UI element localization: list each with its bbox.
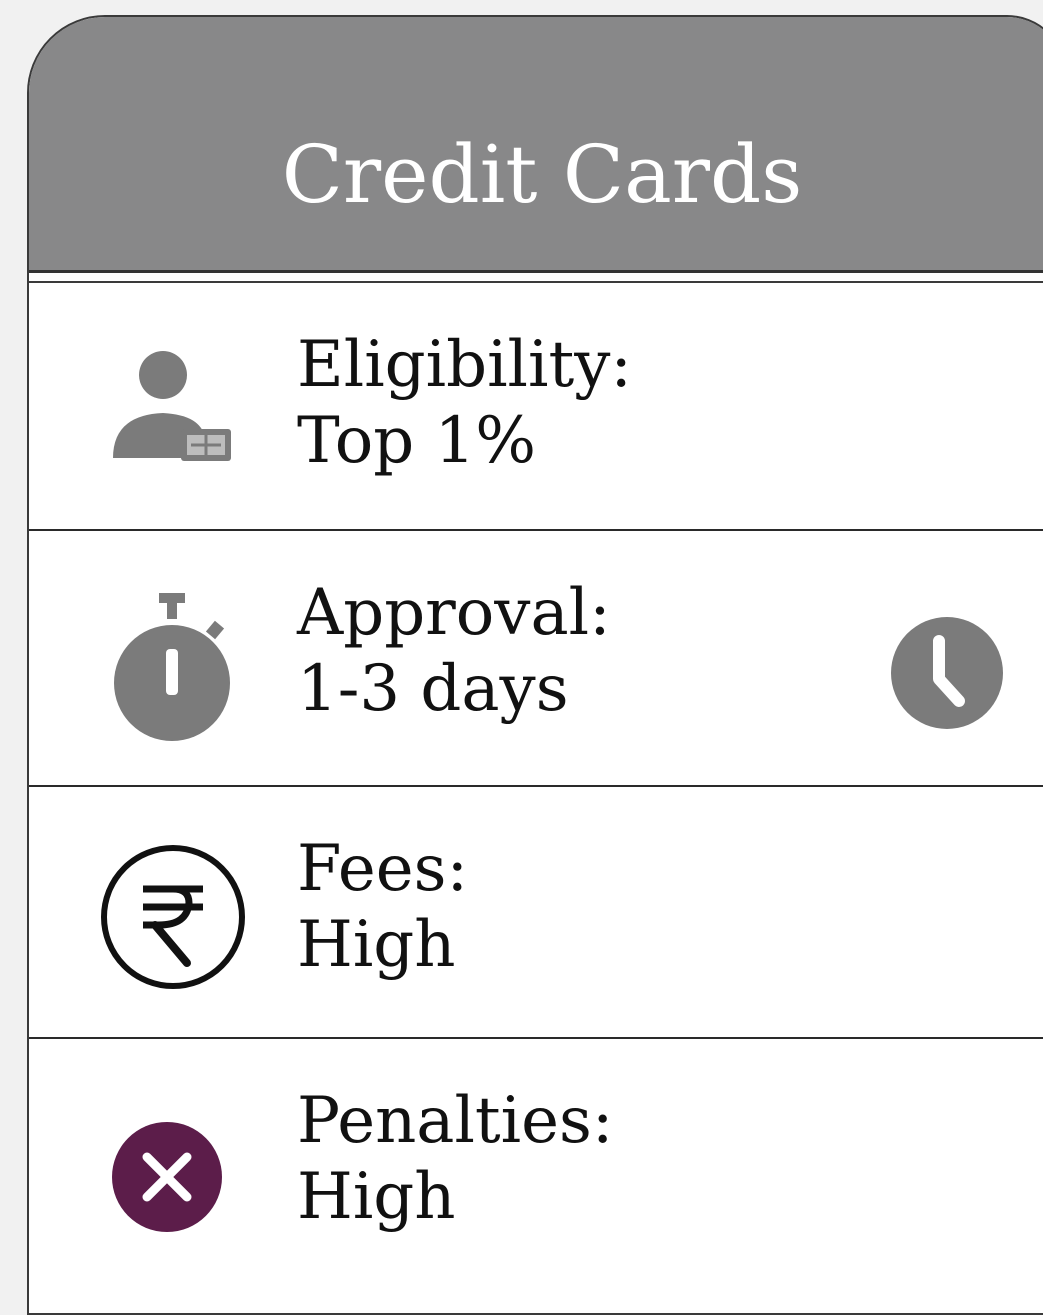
credit-cards-card: Credit Cards Eligibility: Top 1% Approva… [27, 15, 1043, 1315]
stopwatch-icon [114, 593, 230, 741]
approval-text: Approval: 1-3 days [297, 575, 611, 727]
penalties-label: Penalties: [297, 1084, 614, 1158]
eligibility-value: Top 1% [297, 404, 537, 478]
close-circle-icon [112, 1122, 222, 1232]
card-title: Credit Cards [281, 128, 803, 221]
fees-text: Fees: High [297, 831, 468, 983]
card-header: Credit Cards [29, 17, 1043, 273]
row-fees: Fees: High [29, 787, 1043, 1039]
row-approval: Approval: 1-3 days [29, 531, 1043, 787]
fees-label: Fees: [297, 832, 469, 906]
row-eligibility: Eligibility: Top 1% [29, 283, 1043, 531]
fees-value: High [297, 908, 456, 982]
penalties-text: Penalties: High [297, 1083, 613, 1235]
header-divider [29, 273, 1043, 283]
rupee-icon [101, 845, 245, 989]
eligibility-label: Eligibility: [297, 328, 632, 402]
penalties-value: High [297, 1160, 456, 1234]
approval-value: 1-3 days [297, 652, 569, 726]
eligibility-text: Eligibility: Top 1% [297, 327, 632, 479]
approval-label: Approval: [297, 576, 611, 650]
row-penalties: Penalties: High [29, 1039, 1043, 1313]
clock-icon [891, 617, 1003, 729]
person-icon [113, 351, 231, 461]
